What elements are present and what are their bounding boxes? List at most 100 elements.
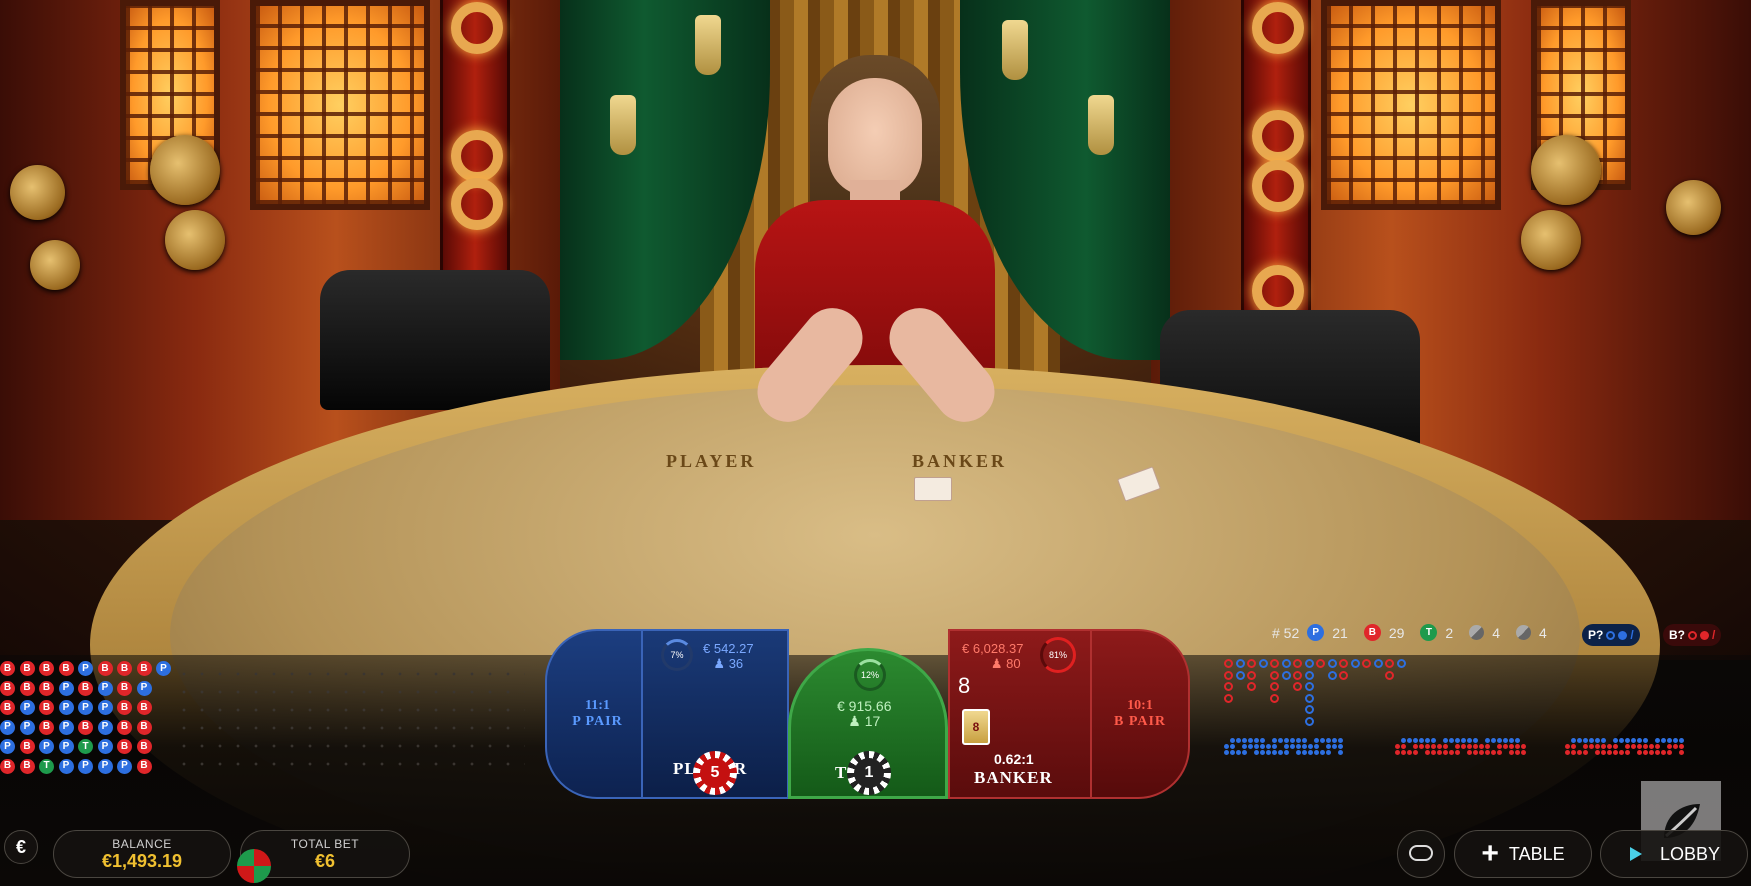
road-marker (1667, 750, 1672, 755)
road-marker (1308, 744, 1313, 749)
bead-player: P (78, 758, 93, 774)
road-marker (1338, 744, 1343, 749)
player-pair-odds: 11:1 (585, 698, 610, 713)
road-marker (1589, 738, 1594, 743)
tie-bet[interactable]: 12% € 915.66 ♟ 17 TIE 1 1 (788, 648, 948, 799)
big-road-player (1350, 659, 1360, 668)
big-eye-road[interactable] (1224, 738, 1364, 768)
road-marker (1296, 750, 1301, 755)
road-marker (1515, 750, 1520, 755)
gold-coin-decor (1531, 135, 1601, 205)
bead-banker: B (136, 739, 152, 754)
chat-button[interactable] (1397, 830, 1445, 878)
big-road-banker (1293, 670, 1302, 680)
road-marker (1655, 750, 1660, 755)
chat-icon (1409, 845, 1433, 861)
road-marker (1302, 738, 1307, 743)
total-bet-display: TOTAL BET €6 (237, 830, 410, 883)
big-road-player (1396, 659, 1406, 668)
bead-banker: B (117, 700, 132, 715)
road-marker (1497, 750, 1502, 755)
user-icon: ♟ (990, 656, 1003, 671)
banker-bet[interactable]: € 6,028.37 ♟ 80 81% 8 8 0.62:1 BANKER (948, 629, 1096, 799)
bead-banker: B (117, 661, 132, 676)
bead-road[interactable]: BBBPPBBBPPBBBBBBPTBPPPPPPBPBTPBPPPPPBBBB… (0, 661, 176, 774)
road-marker (1625, 738, 1630, 743)
road-marker (1284, 750, 1289, 755)
player-ask-button[interactable]: P? / (1582, 624, 1640, 646)
big-road-player (1304, 682, 1314, 691)
bet-chip[interactable]: 5 (693, 751, 737, 795)
tassel (1002, 20, 1028, 80)
player-pair-count: 4 (1492, 624, 1500, 641)
bead-banker: B (97, 661, 113, 676)
euro-icon: € (15, 836, 26, 857)
road-marker (1224, 744, 1229, 749)
tie-players: 17 (864, 713, 881, 729)
road-marker (1419, 744, 1424, 749)
road-marker (1242, 750, 1247, 755)
tie-percent: 12% (860, 670, 879, 680)
road-marker (1673, 744, 1678, 749)
bead-player: P (78, 661, 93, 676)
road-marker (1667, 744, 1672, 749)
road-marker (1413, 738, 1418, 743)
road-marker (1583, 738, 1588, 743)
road-marker (1613, 738, 1618, 743)
bead-banker: B (19, 758, 35, 774)
road-marker (1278, 738, 1283, 743)
lattice-window (1321, 0, 1501, 210)
road-marker (1509, 738, 1514, 743)
big-road-player (1327, 670, 1337, 680)
total-bet-value: €6 (314, 850, 336, 871)
bead-banker: B (39, 661, 54, 676)
lobby-button[interactable]: LOBBY (1600, 830, 1748, 878)
banker-pair-label: B PAIR (1113, 714, 1167, 729)
road-marker (1242, 744, 1247, 749)
big-road-banker (1224, 670, 1233, 680)
tie-percent-ring: 12% (854, 659, 886, 691)
road-marker (1479, 744, 1484, 749)
bead-banker: B (117, 680, 132, 696)
lattice-window (250, 0, 430, 210)
road-marker (1461, 744, 1466, 749)
big-road-banker (1293, 659, 1302, 668)
big-road-banker (1339, 659, 1348, 668)
road-marker (1431, 750, 1436, 755)
banker-odds: 0.62:1 (994, 751, 1034, 767)
road-marker (1455, 750, 1460, 755)
road-marker (1425, 738, 1430, 743)
road-marker (1326, 750, 1331, 755)
table-player-label: PLAYER (666, 451, 757, 471)
cockroach-road[interactable] (1565, 738, 1705, 768)
bead-empty (156, 759, 171, 774)
road-marker (1332, 738, 1337, 743)
road-marker (1395, 750, 1400, 755)
bead-player: P (136, 680, 152, 696)
player-pair-bet[interactable]: 11:1 P PAIR (545, 629, 650, 799)
big-road[interactable] (1224, 659, 1564, 734)
big-road-banker (1247, 682, 1256, 691)
road-marker (1254, 744, 1259, 749)
big-road-banker (1385, 659, 1394, 668)
road-marker (1661, 750, 1666, 755)
banker-pair-bet[interactable]: 10:1 B PAIR (1090, 629, 1190, 799)
currency-button[interactable]: € (4, 830, 38, 864)
player-bet[interactable]: 7% € 542.27 ♟ 36 PLAYER 5 (641, 629, 789, 799)
bet-chip[interactable]: 1 (847, 751, 891, 795)
road-marker (1619, 750, 1624, 755)
bead-empty (156, 700, 171, 715)
small-road[interactable] (1395, 738, 1545, 768)
road-marker (1521, 744, 1526, 749)
gold-coin-decor (10, 165, 65, 220)
card-shoe (320, 270, 550, 410)
bead-player: P (117, 758, 132, 774)
bead-banker: B (136, 700, 152, 715)
add-table-button[interactable]: + TABLE (1454, 830, 1592, 878)
banker-ask-button[interactable]: B? / (1663, 624, 1722, 646)
bead-banker: B (136, 719, 152, 735)
bead-banker: B (136, 758, 152, 774)
bead-player: P (58, 739, 74, 754)
road-marker (1565, 750, 1570, 755)
road-marker (1583, 750, 1588, 755)
